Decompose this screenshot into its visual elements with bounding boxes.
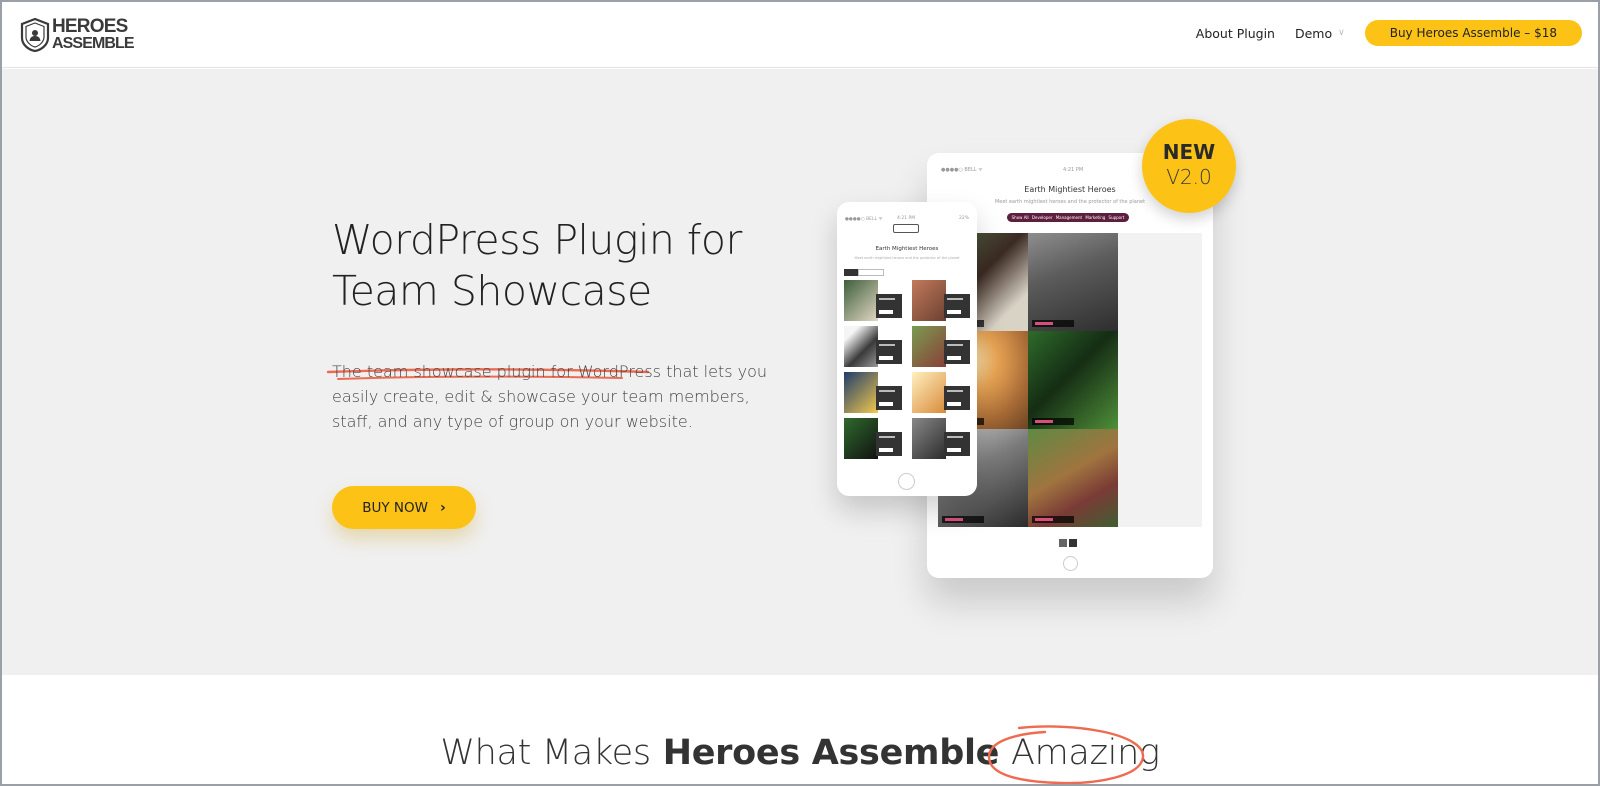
phone-team-card [912, 326, 970, 367]
new-version-badge: NEW V2.0 [1142, 119, 1236, 213]
tablet-filter: Support [1108, 215, 1125, 220]
phone-team-card [912, 372, 970, 413]
buy-now-button[interactable]: BUY NOW › [332, 486, 476, 529]
main-nav: About Plugin Demo ∨ Buy Heroes Assemble … [1196, 20, 1582, 46]
phone-title: Earth Mightiest Heroes [875, 246, 939, 252]
section-title-part1: What Makes [440, 733, 651, 773]
phone-carrier: ●●●●○ BELL ᯤ [845, 217, 883, 222]
tablet-filter-bar: Show All Developer Management Marketing … [1007, 213, 1129, 222]
phone-subtitle: Meet earth mightiest heroes and the prot… [854, 256, 960, 260]
home-button-icon [1063, 556, 1078, 571]
tablet-filter: Marketing [1085, 215, 1106, 220]
phone-team-card [844, 418, 902, 459]
phone-team-card [844, 372, 902, 413]
phone-filter-label [844, 269, 858, 276]
site-header: HEROES ASSEMBLE About Plugin Demo ∨ Buy … [2, 2, 1598, 68]
page-frame: HEROES ASSEMBLE About Plugin Demo ∨ Buy … [0, 0, 1600, 786]
phone-battery: 22% [958, 216, 969, 221]
site-logo[interactable]: HEROES ASSEMBLE [20, 15, 135, 55]
phone-team-grid [844, 280, 972, 459]
logo-line2: ASSEMBLE [52, 35, 135, 52]
tablet-time: 4:21 PM [1063, 167, 1084, 173]
team-photo [1118, 429, 1202, 527]
shield-logo-icon [20, 18, 50, 52]
nav-demo-label: Demo [1294, 25, 1333, 41]
team-photo [1118, 233, 1202, 331]
badge-version: V2.0 [1166, 165, 1212, 189]
member-label [1032, 320, 1074, 327]
tablet-filter: Management [1055, 215, 1083, 220]
chevron-right-icon: › [439, 499, 446, 516]
nav-demo[interactable]: Demo ∨ [1295, 26, 1345, 41]
home-button-icon [898, 473, 915, 490]
hero-section: WordPress Plugin for Team Showcase The t… [2, 69, 1598, 675]
team-photo [1118, 331, 1202, 429]
section-title: What Makes Heroes Assemble Amazing [2, 733, 1598, 773]
title-circle-scribble [987, 725, 1145, 784]
member-label [1032, 418, 1074, 425]
section-title-part2: Heroes Assemble [662, 733, 1000, 773]
hero-title-line1: WordPress Plugin for [332, 216, 742, 264]
phone-time: 4:21 PM [897, 216, 916, 221]
team-photo [1028, 233, 1118, 331]
logo-wordmark: HEROES ASSEMBLE [52, 16, 135, 52]
hero-title-line2: Team Showcase [332, 267, 652, 315]
phone-mockup: ●●●●○ BELL ᯤ 4:21 PM 22% Earth Mightiest… [837, 202, 977, 496]
tablet-carrier: ●●●●○ BELL ᯤ [941, 167, 983, 173]
nav-about-plugin[interactable]: About Plugin [1196, 26, 1275, 41]
hero-description: The team showcase plugin for WordPress t… [332, 362, 768, 431]
chevron-down-icon: ∨ [1338, 28, 1345, 38]
team-photo [1028, 429, 1118, 527]
phone-team-card [912, 418, 970, 459]
phone-team-card [912, 280, 970, 321]
buy-now-label: BUY NOW [362, 499, 428, 516]
member-label [1032, 516, 1074, 523]
tablet-team-grid [938, 233, 1202, 527]
tablet-pagination [1059, 539, 1079, 547]
phone-logo-icon [893, 224, 919, 233]
badge-new: NEW [1162, 140, 1216, 164]
tablet-filter: Developer [1031, 215, 1053, 220]
phone-team-card [844, 280, 902, 321]
hero-title: WordPress Plugin for Team Showcase [332, 215, 742, 317]
phone-team-card [844, 326, 902, 367]
phone-filter-select [858, 269, 884, 276]
team-photo [1028, 331, 1118, 429]
buy-heroes-assemble-button[interactable]: Buy Heroes Assemble – $18 [1364, 20, 1582, 46]
tablet-filter: Show All [1011, 215, 1029, 220]
member-label [942, 516, 984, 523]
logo-line1: HEROES [52, 16, 128, 37]
